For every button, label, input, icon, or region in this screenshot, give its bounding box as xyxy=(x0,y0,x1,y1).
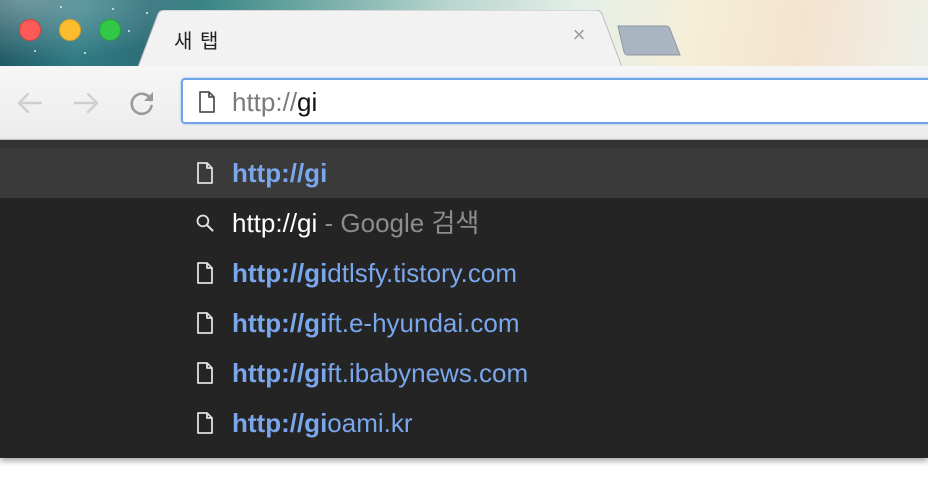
suggestion-url-match: http://gi xyxy=(232,358,328,388)
suggestion-url: http://gioami.kr xyxy=(232,409,413,437)
page-icon xyxy=(197,162,213,184)
forward-arrow-icon xyxy=(73,92,99,114)
page-icon xyxy=(197,262,213,284)
suggestion-url-rest: oami.kr xyxy=(327,408,413,438)
suggestion-url-match: http://gi xyxy=(232,158,328,188)
suggestion-row[interactable]: http://gidtlsfy.tistory.com xyxy=(0,248,928,298)
suggestion-url: http://gidtlsfy.tistory.com xyxy=(232,259,517,287)
suggestion-query: http://gi xyxy=(232,208,318,238)
tab-title: 새 탭 xyxy=(174,31,220,53)
suggestion-url-match: http://gi xyxy=(232,408,328,438)
dropdown-divider xyxy=(0,140,928,148)
suggestion-url-rest: dtlsfy.tistory.com xyxy=(327,258,518,288)
reload-button[interactable] xyxy=(127,88,157,118)
suggestion-search: http://gi - Google 검색 xyxy=(232,209,479,237)
suggestion-url-rest: ft.e-hyundai.com xyxy=(327,308,520,338)
suggestion-row[interactable]: http://gift.e-hyundai.com xyxy=(0,298,928,348)
window-zoom-button[interactable] xyxy=(99,19,121,41)
back-arrow-icon xyxy=(17,92,43,114)
suggestion-url: http://gi xyxy=(232,159,327,187)
page-icon xyxy=(197,412,213,434)
close-icon[interactable]: × xyxy=(568,24,590,46)
page-icon xyxy=(197,362,213,384)
window-minimize-button[interactable] xyxy=(59,19,81,41)
suggestion-url-rest: ft.ibabynews.com xyxy=(327,358,529,388)
forward-button[interactable] xyxy=(71,88,101,118)
suggestion-url: http://gift.e-hyundai.com xyxy=(232,309,520,337)
suggestion-row[interactable]: http://gift.ibabynews.com xyxy=(0,348,928,398)
suggestion-row[interactable]: http://gi xyxy=(0,148,928,198)
suggestion-url: http://gift.ibabynews.com xyxy=(232,359,528,387)
toolbar: http://gi xyxy=(0,66,928,140)
address-bar-text[interactable]: http://gi xyxy=(232,88,317,116)
suggestion-url-match: http://gi xyxy=(232,308,328,338)
address-scheme: http:// xyxy=(232,87,298,117)
autocomplete-dropdown: http://gi http://gi - Google 검색 http://g… xyxy=(0,140,928,458)
suggestion-url-match: http://gi xyxy=(232,258,328,288)
suggestion-row[interactable]: http://gi - Google 검색 xyxy=(0,198,928,248)
address-typed-text: gi xyxy=(297,87,318,117)
window-close-button[interactable] xyxy=(19,19,41,41)
tab-new-tab[interactable]: 새 탭 × xyxy=(138,10,622,66)
title-bar: 새 탭 × xyxy=(0,0,928,66)
search-icon xyxy=(196,214,214,232)
new-tab-button[interactable] xyxy=(616,24,682,58)
suggestion-row[interactable]: http://gioami.kr xyxy=(0,398,928,448)
page-icon xyxy=(197,312,213,334)
page-icon xyxy=(199,91,215,113)
back-button[interactable] xyxy=(15,88,45,118)
suggestion-search-engine: - Google 검색 xyxy=(317,208,480,238)
address-bar[interactable]: http://gi xyxy=(181,78,928,124)
reload-icon xyxy=(130,92,153,116)
